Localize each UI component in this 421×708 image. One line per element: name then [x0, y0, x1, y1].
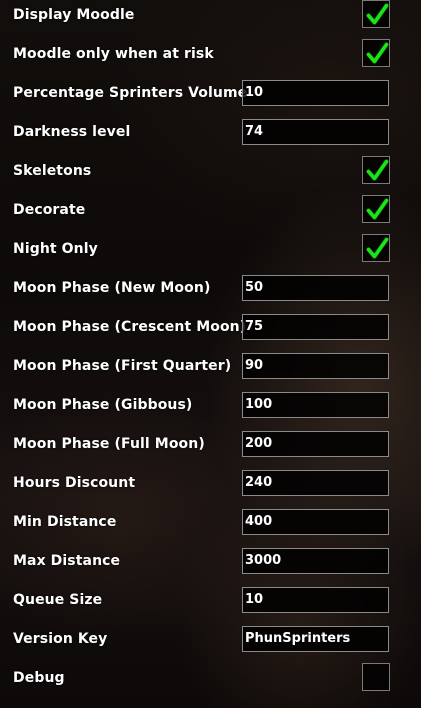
- setting-label: Max Distance: [13, 553, 121, 569]
- setting-label: Moon Phase (Gibbous): [13, 397, 193, 413]
- display-moodle-checkbox[interactable]: [362, 0, 390, 28]
- setting-label: Moodle only when at risk: [13, 46, 214, 62]
- moon-phase-new-moon-input[interactable]: 50: [242, 275, 389, 301]
- setting-label: Moon Phase (New Moon): [13, 280, 211, 296]
- setting-row-min-distance: Min Distance 400: [0, 503, 421, 542]
- moon-phase-full-moon-input[interactable]: 200: [242, 431, 389, 457]
- setting-row-debug: Debug: [0, 659, 421, 698]
- moodle-only-when-at-risk-checkbox[interactable]: [362, 39, 390, 67]
- setting-label: Moon Phase (First Quarter): [13, 358, 232, 374]
- moon-phase-crescent-moon-input[interactable]: 75: [242, 314, 389, 340]
- setting-label: Queue Size: [13, 592, 103, 608]
- setting-row-moon-phase-full-moon: Moon Phase (Full Moon) 200: [0, 425, 421, 464]
- checkmark-icon: [366, 3, 389, 25]
- setting-label: Night Only: [13, 241, 98, 257]
- setting-row-skeletons: Skeletons: [0, 152, 421, 191]
- setting-row-night-only: Night Only: [0, 230, 421, 269]
- setting-label: Decorate: [13, 202, 86, 218]
- setting-label: Min Distance: [13, 514, 117, 530]
- setting-row-moon-phase-gibbous: Moon Phase (Gibbous) 100: [0, 386, 421, 425]
- setting-label: Hours Discount: [13, 475, 136, 491]
- setting-label: Debug: [13, 670, 65, 686]
- checkmark-icon: [366, 237, 389, 259]
- setting-label: Display Moodle: [13, 7, 135, 23]
- setting-label: Skeletons: [13, 163, 92, 179]
- setting-row-moon-phase-crescent-moon: Moon Phase (Crescent Moon) 75: [0, 308, 421, 347]
- setting-row-moon-phase-new-moon: Moon Phase (New Moon) 50: [0, 269, 421, 308]
- setting-row-version-key: Version Key PhunSprinters: [0, 620, 421, 659]
- night-only-checkbox[interactable]: [362, 234, 390, 262]
- min-distance-input[interactable]: 400: [242, 509, 389, 535]
- setting-label: Darkness level: [13, 124, 131, 140]
- setting-row-queue-size: Queue Size 10: [0, 581, 421, 620]
- queue-size-input[interactable]: 10: [242, 587, 389, 613]
- checkmark-icon: [366, 159, 389, 181]
- setting-row-percentage-sprinters-volume: Percentage Sprinters Volume 10: [0, 74, 421, 113]
- setting-label: Moon Phase (Full Moon): [13, 436, 205, 452]
- setting-row-display-moodle: Display Moodle: [0, 0, 421, 35]
- checkmark-icon: [366, 42, 389, 64]
- setting-row-hours-discount: Hours Discount 240: [0, 464, 421, 503]
- setting-row-max-distance: Max Distance 3000: [0, 542, 421, 581]
- hours-discount-input[interactable]: 240: [242, 470, 389, 496]
- setting-row-decorate: Decorate: [0, 191, 421, 230]
- darkness-level-input[interactable]: 74: [242, 119, 389, 145]
- setting-row-moon-phase-first-quarter: Moon Phase (First Quarter) 90: [0, 347, 421, 386]
- setting-row-moodle-only-when-at-risk: Moodle only when at risk: [0, 35, 421, 74]
- setting-row-darkness-level: Darkness level 74: [0, 113, 421, 152]
- setting-label: Percentage Sprinters Volume: [13, 85, 248, 101]
- checkmark-icon: [366, 198, 389, 220]
- max-distance-input[interactable]: 3000: [242, 548, 389, 574]
- version-key-input[interactable]: PhunSprinters: [242, 626, 389, 652]
- debug-checkbox[interactable]: [362, 663, 390, 691]
- setting-label: Version Key: [13, 631, 108, 647]
- percentage-sprinters-volume-input[interactable]: 10: [242, 80, 389, 106]
- decorate-checkbox[interactable]: [362, 195, 390, 223]
- moon-phase-first-quarter-input[interactable]: 90: [242, 353, 389, 379]
- skeletons-checkbox[interactable]: [362, 156, 390, 184]
- setting-label: Moon Phase (Crescent Moon): [13, 319, 247, 335]
- moon-phase-gibbous-input[interactable]: 100: [242, 392, 389, 418]
